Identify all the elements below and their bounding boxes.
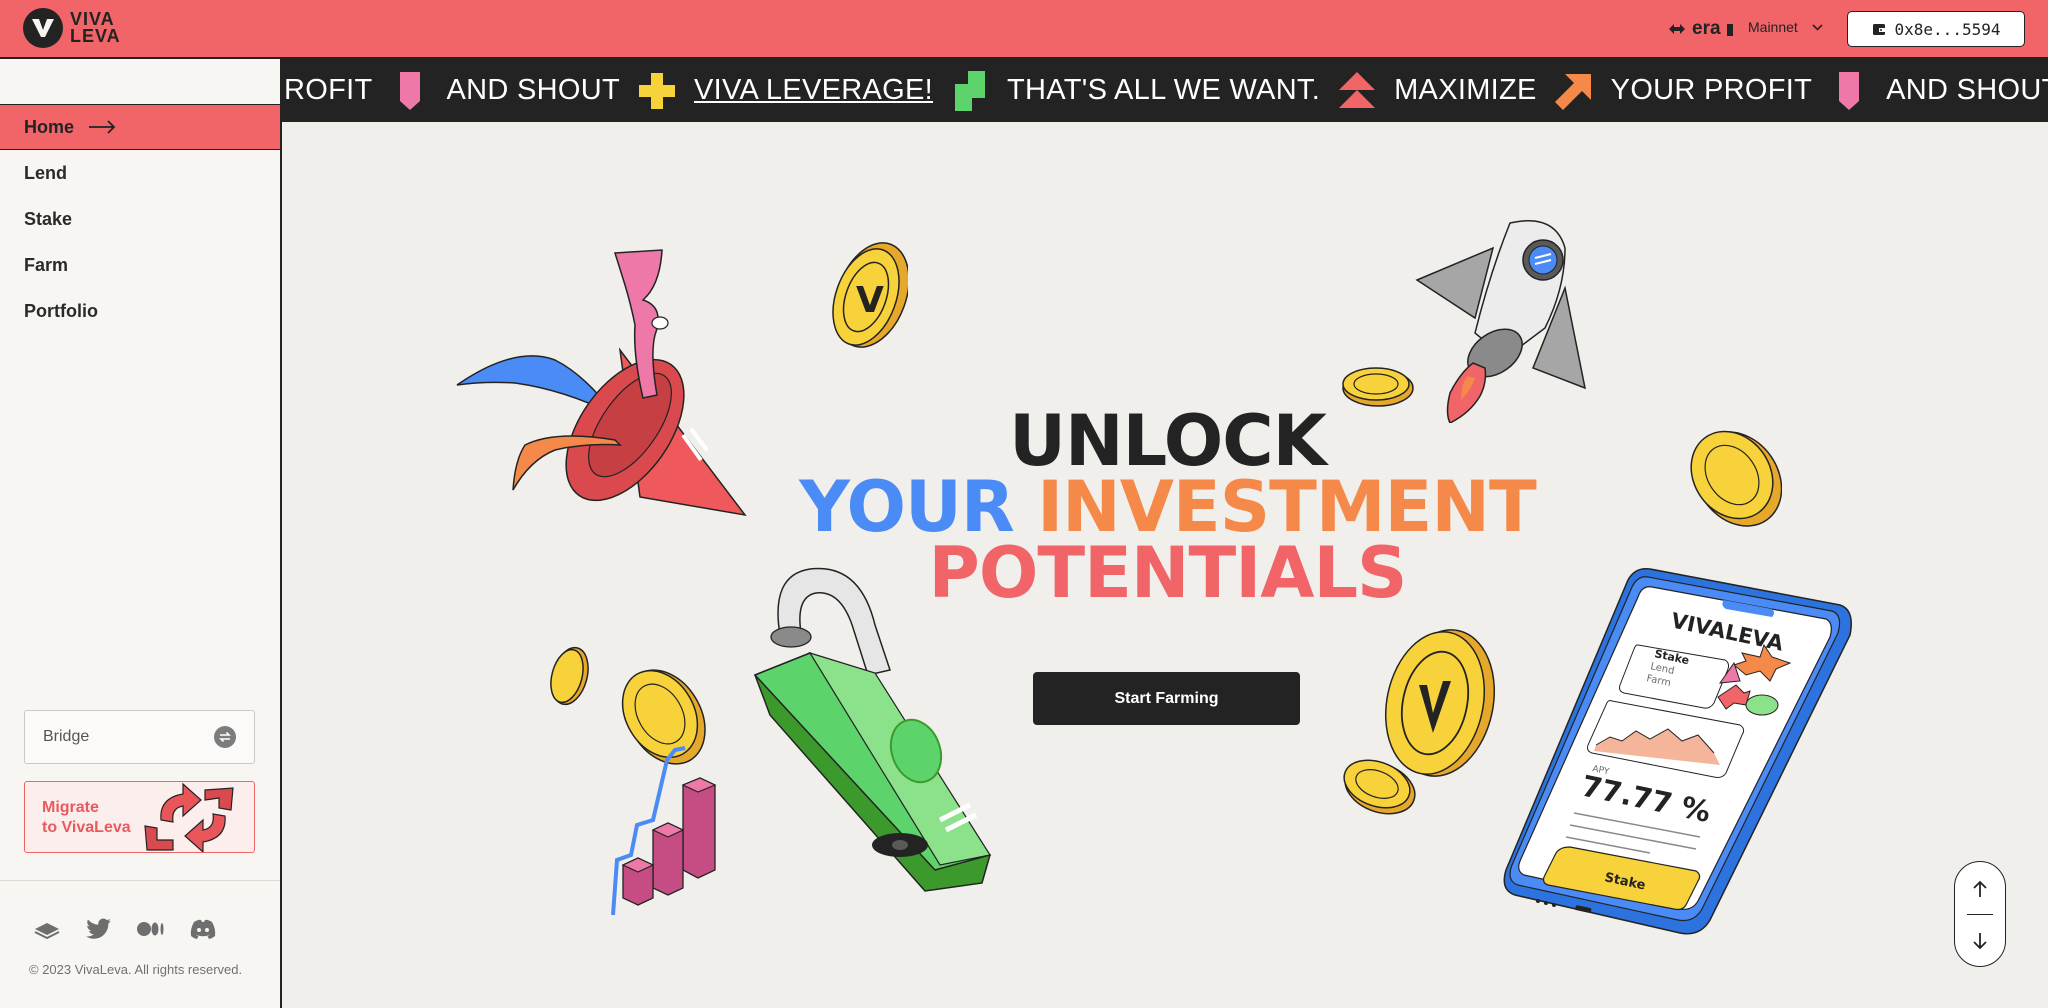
network-select[interactable]: Mainnet bbox=[1748, 19, 1823, 35]
hero-line3: POTENTIALS bbox=[928, 532, 1408, 614]
red-up-arrows-icon bbox=[1338, 70, 1376, 112]
chain-arrows-icon bbox=[1669, 24, 1685, 34]
sidebar: Home Lend Stake Farm Portfolio Bridge Mi… bbox=[0, 59, 282, 1008]
pink-ribbon-icon bbox=[391, 70, 429, 112]
yellow-plus-icon bbox=[638, 70, 676, 112]
chain-indicator: era bbox=[1668, 18, 1733, 40]
book-icon[interactable] bbox=[32, 917, 62, 941]
migrate-text: Migrate to VivaLeva bbox=[42, 798, 131, 838]
coin-illustration: V bbox=[832, 242, 908, 348]
orange-arrow-icon bbox=[1554, 70, 1593, 112]
discord-icon[interactable] bbox=[188, 917, 218, 941]
arrow-down-icon bbox=[1973, 933, 1987, 950]
pink-ribbon-icon bbox=[1830, 70, 1868, 112]
sidebar-item-portfolio[interactable]: Portfolio bbox=[0, 288, 280, 334]
hero-line2: YOUR INVESTMENT bbox=[700, 472, 1635, 542]
ticker-text: MAXIMIZE bbox=[1394, 74, 1537, 106]
coin-illustration bbox=[1343, 759, 1416, 815]
ticker-link[interactable]: VIVA LEVERAGE! bbox=[694, 74, 933, 107]
top-header: VIVA LEVA era Mainnet 0x8e...5594 bbox=[0, 0, 2048, 59]
green-block-icon bbox=[951, 70, 989, 112]
chain-bar-icon bbox=[1726, 24, 1733, 36]
sidebar-item-home[interactable]: Home bbox=[0, 104, 280, 150]
arrow-right-icon bbox=[89, 120, 116, 134]
padlock-illustration bbox=[753, 567, 992, 892]
sidebar-divider bbox=[0, 880, 280, 881]
migrate-line1: Migrate bbox=[42, 799, 99, 816]
sidebar-nav: Home Lend Stake Farm Portfolio bbox=[0, 104, 280, 334]
coin-illustration bbox=[1342, 367, 1414, 407]
logo-mark-icon bbox=[23, 8, 63, 48]
swap-icon bbox=[214, 726, 236, 748]
coin-illustration bbox=[550, 646, 589, 706]
start-farming-button[interactable]: Start Farming bbox=[1033, 672, 1300, 725]
sidebar-item-label: Stake bbox=[24, 208, 73, 229]
scroll-divider bbox=[1967, 914, 1993, 915]
brand-line2: LEVA bbox=[70, 26, 121, 46]
chain-name: era bbox=[1692, 18, 1721, 39]
scroll-down-button[interactable] bbox=[1955, 916, 2005, 966]
copyright-text: © 2023 VivaLeva. All rights reserved. bbox=[29, 962, 243, 977]
ticker-text: ROFIT bbox=[284, 74, 373, 106]
migrate-arrows-icon bbox=[144, 782, 234, 852]
wallet-address: 0x8e...5594 bbox=[1894, 19, 2001, 39]
sidebar-item-lend[interactable]: Lend bbox=[0, 150, 280, 196]
twitter-icon[interactable] bbox=[84, 917, 114, 941]
medium-icon[interactable] bbox=[136, 917, 166, 941]
marquee-ticker: ROFIT AND SHOUT VIVA LEVERAGE! THAT'S AL… bbox=[282, 59, 2048, 122]
ticker-text: AND SHOUT bbox=[1886, 74, 2048, 106]
social-links bbox=[32, 917, 218, 941]
bridge-label: Bridge bbox=[43, 728, 90, 745]
brand-logo[interactable]: VIVA LEVA bbox=[23, 8, 121, 48]
ticker-text: THAT'S ALL WE WANT. bbox=[1007, 74, 1321, 106]
brand-wordmark: VIVA LEVA bbox=[70, 10, 121, 46]
chevron-down-icon bbox=[1812, 23, 1823, 31]
network-label: Mainnet bbox=[1748, 19, 1798, 35]
migrate-line2: to VivaLeva bbox=[42, 819, 131, 836]
migrate-banner[interactable]: Migrate to VivaLeva bbox=[24, 781, 255, 853]
rocket-illustration bbox=[1415, 220, 1587, 423]
sidebar-item-farm[interactable]: Farm bbox=[0, 242, 280, 288]
hero-line1: UNLOCK bbox=[1009, 400, 1327, 482]
wallet-icon bbox=[1872, 24, 1885, 35]
arrow-up-icon bbox=[1973, 880, 1987, 897]
sidebar-item-label: Home bbox=[24, 116, 75, 137]
wallet-button[interactable]: 0x8e...5594 bbox=[1847, 11, 2025, 47]
sidebar-item-label: Portfolio bbox=[24, 300, 98, 321]
ticker-row: ROFIT AND SHOUT VIVA LEVERAGE! THAT'S AL… bbox=[282, 59, 2048, 122]
coin-letter: V bbox=[856, 280, 884, 321]
sidebar-item-stake[interactable]: Stake bbox=[0, 196, 280, 242]
bar-chart-illustration bbox=[611, 746, 717, 916]
hero-headline: UNLOCK YOUR INVESTMENT POTENTIALS bbox=[700, 400, 1635, 614]
ticker-text: YOUR PROFIT bbox=[1610, 74, 1813, 106]
phone-illustration: VIVALEVA Stake Lend Farm APY 77.77 % Sta… bbox=[1503, 567, 1852, 935]
scroll-up-button[interactable] bbox=[1955, 864, 2005, 914]
scroll-control bbox=[1954, 861, 2006, 967]
sidebar-item-label: Lend bbox=[24, 162, 67, 183]
ticker-text: AND SHOUT bbox=[446, 74, 620, 106]
bridge-button[interactable]: Bridge bbox=[24, 710, 255, 764]
coin-illustration bbox=[1690, 430, 1782, 527]
sidebar-item-label: Farm bbox=[24, 254, 69, 275]
